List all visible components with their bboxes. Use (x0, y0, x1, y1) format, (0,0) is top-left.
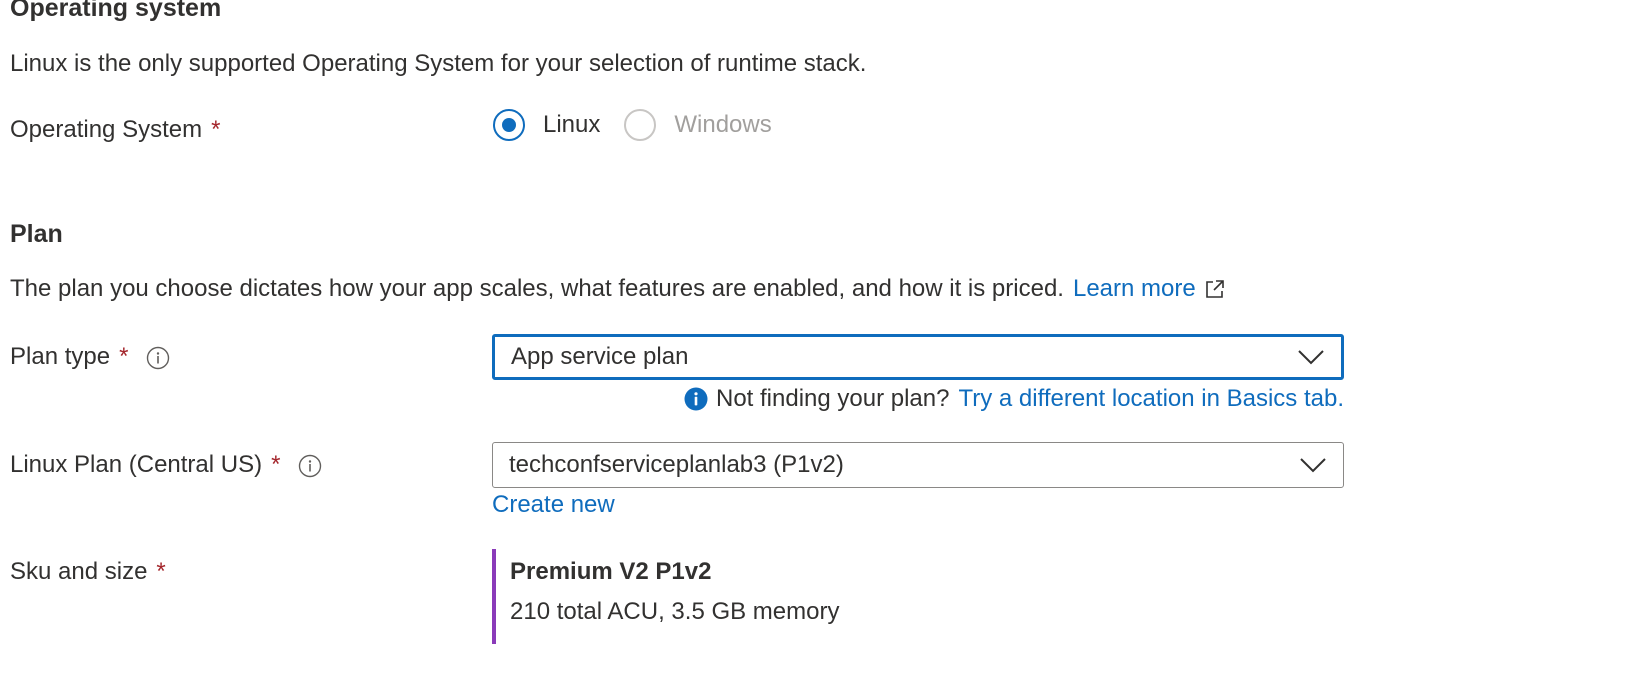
sku-title: Premium V2 P1v2 (510, 558, 712, 585)
learn-more-link[interactable]: Learn more (1073, 275, 1196, 303)
plan-type-dropdown[interactable]: App service plan (492, 334, 1344, 380)
sku-label: Sku and size * (10, 558, 166, 586)
sku-label-text: Sku and size (10, 558, 148, 585)
radio-linux-label: Linux (543, 111, 601, 138)
plan-type-label: Plan type * (10, 343, 170, 371)
info-circle-icon[interactable] (146, 346, 170, 370)
radio-linux-indicator[interactable] (493, 109, 525, 141)
sku-summary: Premium V2 P1v2 210 total ACU, 3.5 GB me… (492, 549, 839, 644)
os-field-label: Operating System * (10, 116, 220, 144)
info-circle-icon[interactable] (298, 454, 322, 478)
required-marker: * (271, 451, 281, 478)
info-filled-icon (684, 387, 708, 411)
linux-plan-dropdown[interactable]: techconfserviceplanlab3 (P1v2) (492, 442, 1344, 488)
os-radio-group: Linux Windows (493, 109, 772, 141)
radio-linux[interactable]: Linux (493, 109, 600, 141)
os-label-text: Operating System (10, 116, 203, 143)
radio-windows[interactable]: Windows (624, 109, 772, 141)
external-link-icon[interactable] (1204, 278, 1226, 300)
plan-section-heading: Plan (10, 220, 63, 248)
plan-type-value: App service plan (511, 343, 689, 370)
radio-windows-label: Windows (674, 111, 772, 138)
sku-detail: 210 total ACU, 3.5 GB memory (510, 598, 840, 625)
notice-text: Not finding your plan? (715, 385, 950, 412)
different-location-link[interactable]: Try a different location in Basics tab. (958, 385, 1344, 413)
required-marker: * (119, 343, 129, 370)
required-marker: * (211, 116, 221, 143)
plan-notice: Not finding your plan? Try a different l… (684, 385, 1344, 413)
linux-plan-label: Linux Plan (Central US) * (10, 451, 322, 479)
linux-plan-label-text: Linux Plan (Central US) (10, 451, 263, 478)
radio-windows-indicator[interactable] (624, 109, 657, 141)
plan-description: The plan you choose dictates how your ap… (10, 275, 1064, 302)
os-description: Linux is the only supported Operating Sy… (10, 50, 867, 77)
plan-type-label-text: Plan type (10, 343, 111, 370)
chevron-down-icon (1298, 350, 1324, 365)
linux-plan-value: techconfserviceplanlab3 (P1v2) (509, 451, 844, 478)
chevron-down-icon (1300, 458, 1326, 473)
required-marker: * (156, 558, 166, 585)
plan-description-row: The plan you choose dictates how your ap… (10, 275, 1226, 303)
os-section-heading: Operating system (10, 0, 222, 22)
create-new-link[interactable]: Create new (492, 491, 615, 519)
